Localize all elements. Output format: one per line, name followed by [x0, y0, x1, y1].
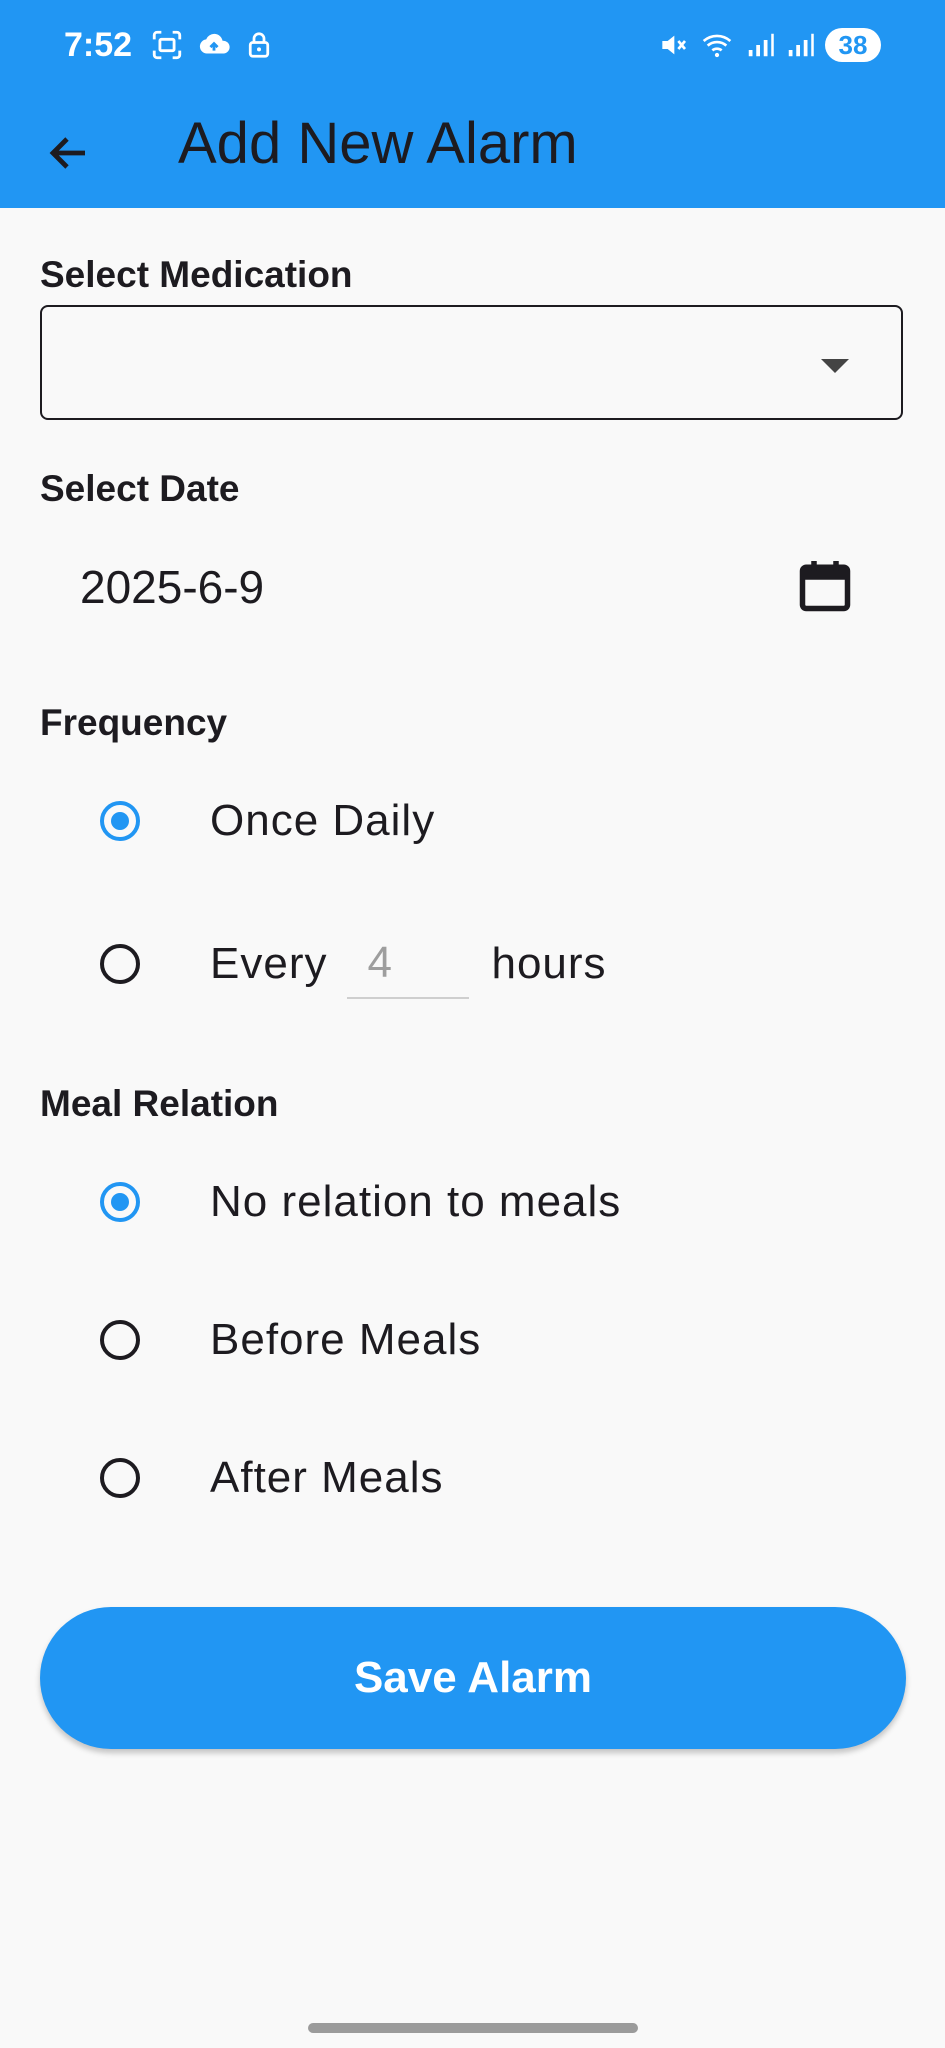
radio-every-hours[interactable]: [100, 944, 140, 984]
status-time: 7:52: [64, 26, 133, 64]
mute-icon: [662, 35, 687, 55]
page-title: Add New Alarm: [178, 111, 578, 176]
back-button[interactable]: [34, 118, 104, 188]
radio-after-meals[interactable]: [100, 1458, 140, 1498]
frequency-every-prefix: Every: [210, 939, 328, 988]
meal-option-no-relation[interactable]: No relation to meals: [100, 1157, 621, 1247]
date-value: 2025-6-9: [80, 561, 265, 613]
screenshot-icon: [152, 30, 182, 60]
calendar-button[interactable]: [795, 556, 855, 616]
hours-interval-input[interactable]: [347, 929, 470, 999]
meal-option-label: Before Meals: [210, 1315, 482, 1364]
cloud-upload-icon: [199, 33, 230, 54]
lock-icon: [248, 32, 270, 58]
signal-icon: [788, 33, 814, 57]
date-label: Select Date: [40, 468, 240, 509]
frequency-option-every-hours[interactable]: Every hours: [100, 919, 607, 1009]
frequency-every-suffix: hours: [491, 939, 607, 988]
signal-icon: [748, 33, 774, 57]
meal-option-label: After Meals: [210, 1453, 444, 1502]
chevron-down-icon: [821, 359, 849, 373]
battery-indicator: 38: [825, 28, 881, 62]
date-picker-row[interactable]: 2025-6-9: [40, 540, 903, 635]
save-alarm-button[interactable]: Save Alarm: [40, 1607, 906, 1749]
meal-relation-label: Meal Relation: [40, 1083, 279, 1124]
status-icons-right: 38: [657, 28, 881, 62]
calendar-icon: [799, 561, 851, 612]
frequency-option-once-daily[interactable]: Once Daily: [100, 776, 435, 866]
status-icons-left: [150, 28, 274, 62]
frequency-label: Frequency: [40, 702, 228, 743]
home-indicator[interactable]: [308, 2023, 638, 2033]
radio-no-relation[interactable]: [100, 1182, 140, 1222]
app-bar: Add New Alarm: [0, 92, 945, 208]
meal-option-before-meals[interactable]: Before Meals: [100, 1295, 481, 1385]
radio-before-meals[interactable]: [100, 1320, 140, 1360]
medication-dropdown[interactable]: [40, 305, 903, 420]
wifi-icon: [702, 34, 732, 58]
medication-label: Select Medication: [40, 254, 353, 295]
arrow-back-icon: [49, 137, 85, 169]
meal-option-after-meals[interactable]: After Meals: [100, 1433, 444, 1523]
frequency-option-label: Once Daily: [210, 796, 436, 845]
meal-option-label: No relation to meals: [210, 1177, 622, 1226]
radio-once-daily[interactable]: [100, 801, 140, 841]
status-bar: 7:52 38: [0, 0, 945, 92]
